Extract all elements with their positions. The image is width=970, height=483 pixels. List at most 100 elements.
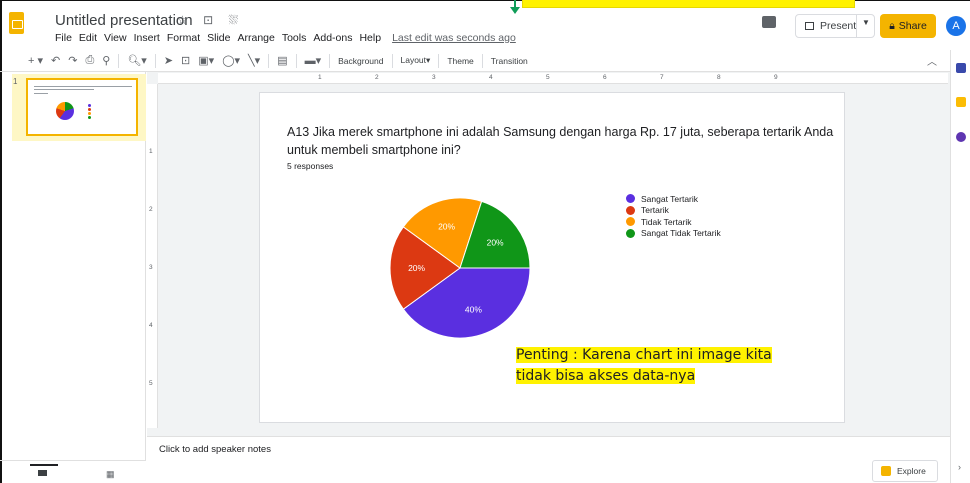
menu-item-tools[interactable]: Tools — [282, 32, 307, 44]
transition-button[interactable]: Transition — [491, 56, 528, 66]
legend-label: Tidak Tertarik — [641, 216, 692, 227]
ruler-vertical: 1 2 3 4 5 — [147, 84, 158, 428]
menu-item-file[interactable]: File — [55, 32, 72, 44]
layout-label: Layout — [400, 55, 427, 65]
calendar-icon[interactable] — [956, 63, 966, 73]
menu-item-help[interactable]: Help — [359, 32, 381, 44]
fill-color-icon[interactable]: ▬▾ — [305, 54, 322, 67]
thumb-text-line — [34, 89, 94, 90]
thumb-legend-dot — [88, 116, 91, 119]
toolbar-divider — [481, 53, 483, 68]
explore-icon — [881, 466, 891, 476]
theme-button[interactable]: Theme — [447, 56, 473, 66]
avatar[interactable]: A — [946, 16, 966, 36]
present-dropdown-icon[interactable]: ▼ — [862, 18, 870, 27]
note-line-1: Penting : Karena chart ini image kita — [516, 347, 772, 363]
thumb-legend-dot — [88, 108, 91, 111]
shape-icon[interactable]: ◯▾ — [222, 54, 240, 67]
grid-view-icon[interactable]: ▦ — [106, 469, 115, 480]
title-actions-icons[interactable]: ☆ ⊡ ⛆ — [177, 13, 244, 28]
legend-item: Sangat Tidak Tertarik — [626, 228, 721, 240]
menu-item-slide[interactable]: Slide — [207, 32, 230, 44]
ruler-tick: 3 — [432, 74, 436, 81]
legend-item: Tertarik — [626, 205, 721, 217]
toolbar-divider — [391, 53, 393, 68]
menu-item-arrange[interactable]: Arrange — [237, 32, 274, 44]
comment-add-icon[interactable]: ▤ — [277, 54, 287, 67]
ruler-tick: 5 — [149, 380, 153, 387]
new-slide-icon[interactable]: + ▾ — [28, 54, 43, 67]
slides-logo-icon[interactable] — [9, 12, 24, 34]
pie-chart[interactable]: 40% 20% 20% 20% — [380, 188, 540, 348]
undo-icon[interactable]: ↶ — [51, 54, 60, 67]
pie-data-label: 20% — [438, 222, 455, 232]
toolbar-divider — [295, 53, 297, 68]
last-edit-link[interactable]: Last edit was seconds ago — [392, 32, 516, 44]
filmstrip-view-icon[interactable] — [38, 470, 47, 476]
chart-legend: Sangat Tertarik Tertarik Tidak Tertarik San… — [626, 193, 721, 239]
ruler-tick: 2 — [375, 74, 379, 81]
thumb-text-line — [34, 93, 48, 94]
annotation-note: Penting : Karena chart ini image kita ti… — [516, 345, 837, 387]
menu-item-insert[interactable]: Insert — [134, 32, 160, 44]
legend-item: Sangat Tertarik — [626, 193, 721, 205]
legend-item: Tidak Tertarik — [626, 216, 721, 228]
response-count: 5 responses — [287, 161, 334, 171]
paint-format-icon[interactable]: ⚲ — [102, 54, 110, 67]
pie-data-label: 20% — [408, 263, 425, 273]
explore-button[interactable]: Explore — [872, 460, 938, 482]
thumb-legend-dot — [88, 104, 91, 107]
menu-item-edit[interactable]: Edit — [79, 32, 97, 44]
print-icon[interactable]: ⎙ — [85, 54, 94, 67]
menu-item-format[interactable]: Format — [167, 32, 200, 44]
collapse-toolbar-icon[interactable]: ︿ — [927, 53, 937, 68]
legend-swatch — [626, 205, 635, 215]
explore-label: Explore — [897, 466, 926, 476]
layout-button[interactable]: Layout▾ — [401, 55, 431, 66]
image-icon[interactable]: ▣▾ — [198, 54, 214, 67]
ruler-tick: 6 — [603, 74, 607, 81]
document-title[interactable]: Untitled presentation — [55, 12, 193, 29]
legend-swatch — [626, 217, 635, 227]
legend-label: Tertarik — [641, 205, 669, 216]
speaker-notes-field[interactable]: Click to add speaker notes — [159, 444, 271, 455]
toolbar-divider — [268, 53, 270, 68]
menu-item-view[interactable]: View — [104, 32, 127, 44]
zoom-icon[interactable]: 🔍︎▾ — [127, 54, 147, 67]
redo-icon[interactable]: ↷ — [68, 54, 77, 67]
annotation-arrow — [510, 0, 520, 14]
ruler-tick: 7 — [660, 74, 664, 81]
slide-number: 1 — [13, 77, 18, 86]
question-title[interactable]: A13 Jika merek smartphone ini adalah Sam… — [287, 123, 839, 159]
share-button[interactable]: 🔒︎ Share — [880, 14, 936, 38]
toolbar-divider — [329, 53, 331, 68]
present-label: Present — [820, 20, 857, 32]
tasks-icon[interactable] — [956, 132, 966, 142]
menu-item-add-ons[interactable]: Add-ons — [313, 32, 352, 44]
comment-history-icon[interactable] — [762, 16, 776, 28]
notes-resize-handle[interactable] — [147, 431, 950, 437]
lock-icon: 🔒︎ — [889, 19, 895, 32]
present-button[interactable]: Present ▼ — [795, 14, 875, 38]
pie-data-label: 40% — [465, 304, 482, 314]
thumb-text-line — [34, 86, 132, 87]
expand-side-panel-icon[interactable]: › — [958, 462, 961, 472]
select-cursor-icon[interactable]: ➤ — [164, 54, 173, 67]
legend-label: Sangat Tidak Tertarik — [641, 228, 721, 239]
ruler-tick: 1 — [149, 148, 153, 155]
slide[interactable]: A13 Jika merek smartphone ini adalah Sam… — [260, 93, 844, 422]
ruler-tick: 3 — [149, 264, 153, 271]
slide-thumbnail[interactable] — [26, 78, 138, 136]
line-icon[interactable]: ╲▾ — [248, 54, 260, 67]
keep-icon[interactable] — [956, 97, 966, 107]
filmstrip-footer — [0, 460, 146, 483]
legend-swatch — [626, 194, 635, 204]
background-button[interactable]: Background — [338, 56, 383, 66]
ruler-tick: 5 — [546, 74, 550, 81]
toolbar-divider — [438, 53, 440, 68]
note-line-2: tidak bisa akses data-nya — [516, 368, 696, 384]
ruler-tick: 1 — [318, 74, 322, 81]
text-box-icon[interactable]: ⊡ — [181, 54, 190, 67]
thumb-legend-dot — [88, 112, 91, 115]
annotation-highlight-box — [522, 0, 855, 8]
